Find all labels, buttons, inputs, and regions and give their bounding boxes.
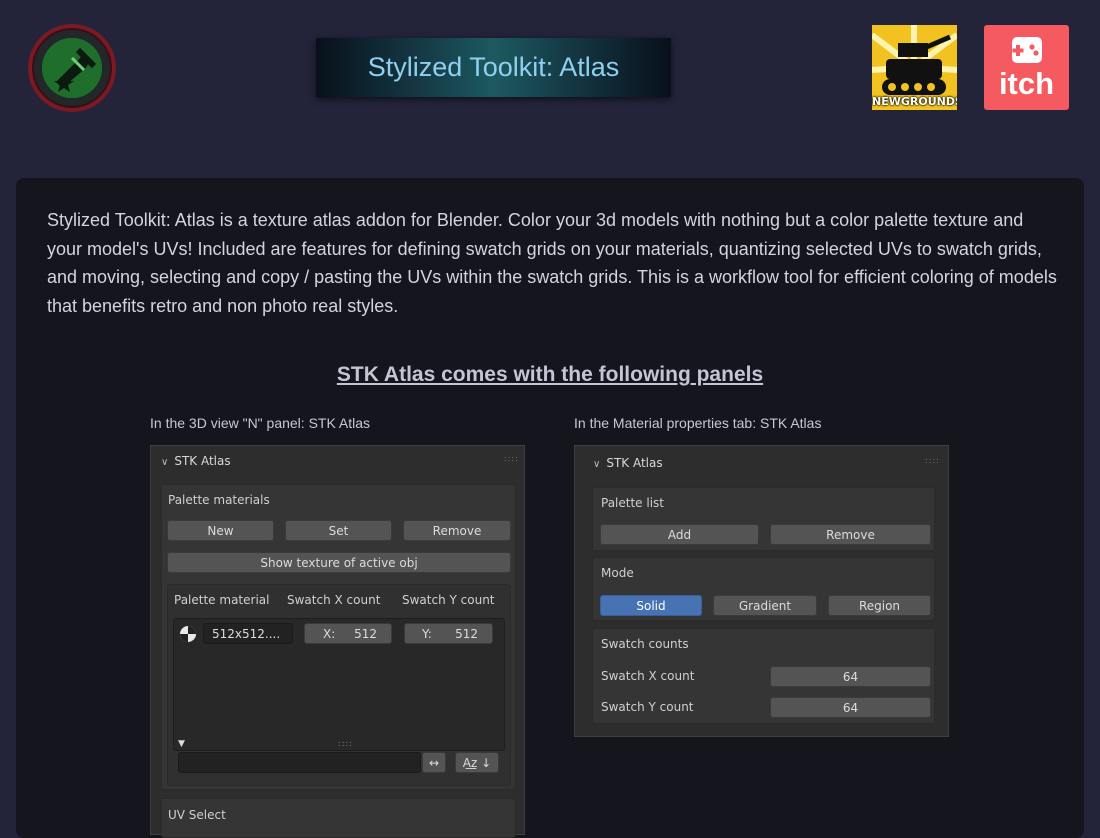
add-button[interactable]: Add bbox=[600, 524, 759, 545]
swatch-x-value: 512 bbox=[354, 627, 377, 641]
col-palette-material: Palette material bbox=[174, 593, 270, 607]
newgrounds-label: NEWGROUNDS bbox=[872, 95, 957, 108]
remove-button[interactable]: Remove bbox=[770, 524, 931, 545]
right-caption: In the Material properties tab: STK Atla… bbox=[574, 415, 822, 431]
title-banner: Stylized Toolkit: Atlas bbox=[316, 38, 671, 97]
palette-list-section: Palette list Add Remove bbox=[592, 487, 935, 551]
panels-heading[interactable]: STK Atlas comes with the following panel… bbox=[0, 363, 1100, 387]
swatch-x-label: X: bbox=[323, 627, 336, 641]
drag-grip-icon[interactable]: :::: bbox=[925, 456, 940, 465]
expand-filter-icon[interactable]: ▼ bbox=[178, 739, 185, 749]
material-sphere-icon bbox=[180, 626, 196, 642]
n-panel-stk-atlas: ∨ STK Atlas :::: Palette materials New Se… bbox=[150, 445, 525, 838]
list-filter-input[interactable] bbox=[178, 752, 421, 773]
swatch-y-label: Y: bbox=[422, 627, 432, 641]
panel-header[interactable]: ∨ STK Atlas bbox=[593, 456, 663, 470]
chevron-down-icon: ∨ bbox=[593, 459, 601, 470]
site-logo[interactable] bbox=[28, 24, 116, 112]
newgrounds-link[interactable]: NEWGROUNDS bbox=[872, 25, 957, 110]
palette-materials-section: Palette materials New Set Remove Show te… bbox=[161, 484, 516, 790]
chevron-down-icon: ∨ bbox=[161, 457, 169, 468]
drag-grip-icon[interactable]: :::: bbox=[504, 454, 519, 463]
uv-select-label[interactable]: UV Select bbox=[168, 808, 226, 822]
trumpet-logo-icon bbox=[42, 38, 102, 98]
swatch-y-field[interactable]: Y: 512 bbox=[404, 623, 493, 644]
mode-gradient-button[interactable]: Gradient bbox=[713, 595, 817, 616]
material-panel-stk-atlas: ∨ STK Atlas :::: Palette list Add Remove … bbox=[574, 445, 949, 737]
swatch-y-value: 512 bbox=[455, 627, 478, 641]
mode-label: Mode bbox=[601, 566, 634, 580]
panel-header[interactable]: ∨ STK Atlas bbox=[161, 454, 231, 468]
mode-section: Mode Solid Gradient Region bbox=[592, 557, 935, 621]
mode-solid-button[interactable]: Solid bbox=[600, 595, 702, 616]
page-title: Stylized Toolkit: Atlas bbox=[367, 52, 620, 82]
remove-button[interactable]: Remove bbox=[403, 520, 511, 541]
resize-grip-icon[interactable]: :::: bbox=[338, 739, 353, 748]
col-swatch-x: Swatch X count bbox=[287, 593, 381, 607]
panel-title: STK Atlas bbox=[174, 454, 231, 468]
intro-paragraph: Stylized Toolkit: Atlas is a texture atl… bbox=[47, 210, 1057, 316]
swatch-y-count-field[interactable]: 64 bbox=[770, 697, 931, 718]
sort-icon[interactable]: A͟z ↓ bbox=[455, 752, 499, 773]
set-button[interactable]: Set bbox=[285, 520, 392, 541]
mode-region-button[interactable]: Region bbox=[828, 595, 931, 616]
list-item[interactable]: 512x512.... X: 512 Y: 512 bbox=[177, 623, 499, 645]
panel-title: STK Atlas bbox=[606, 456, 663, 470]
show-texture-button[interactable]: Show texture of active obj bbox=[167, 552, 511, 573]
swap-icon[interactable]: ↔ bbox=[422, 752, 446, 773]
new-button[interactable]: New bbox=[167, 520, 274, 541]
itch-link[interactable]: itch bbox=[984, 25, 1069, 110]
swatch-x-count-label: Swatch X count bbox=[601, 669, 695, 683]
swatch-counts-label: Swatch counts bbox=[601, 637, 689, 651]
itch-label: itch bbox=[998, 66, 1055, 101]
swatch-y-count-label: Swatch Y count bbox=[601, 700, 694, 714]
uv-select-section: UV Select bbox=[161, 798, 516, 838]
palette-list-label: Palette list bbox=[601, 496, 664, 510]
palette-materials-label: Palette materials bbox=[168, 493, 270, 507]
palette-list[interactable]: 512x512.... X: 512 Y: 512 bbox=[173, 618, 505, 751]
palette-list-box: Palette material Swatch X count Swatch Y… bbox=[167, 584, 511, 786]
palette-material-name[interactable]: 512x512.... bbox=[203, 623, 293, 644]
swatch-x-field[interactable]: X: 512 bbox=[304, 623, 392, 644]
col-swatch-y: Swatch Y count bbox=[402, 593, 495, 607]
left-caption: In the 3D view "N" panel: STK Atlas bbox=[150, 415, 371, 431]
swatch-counts-section: Swatch counts Swatch X count 64 Swatch Y… bbox=[592, 628, 935, 724]
swatch-x-count-field[interactable]: 64 bbox=[770, 666, 931, 687]
